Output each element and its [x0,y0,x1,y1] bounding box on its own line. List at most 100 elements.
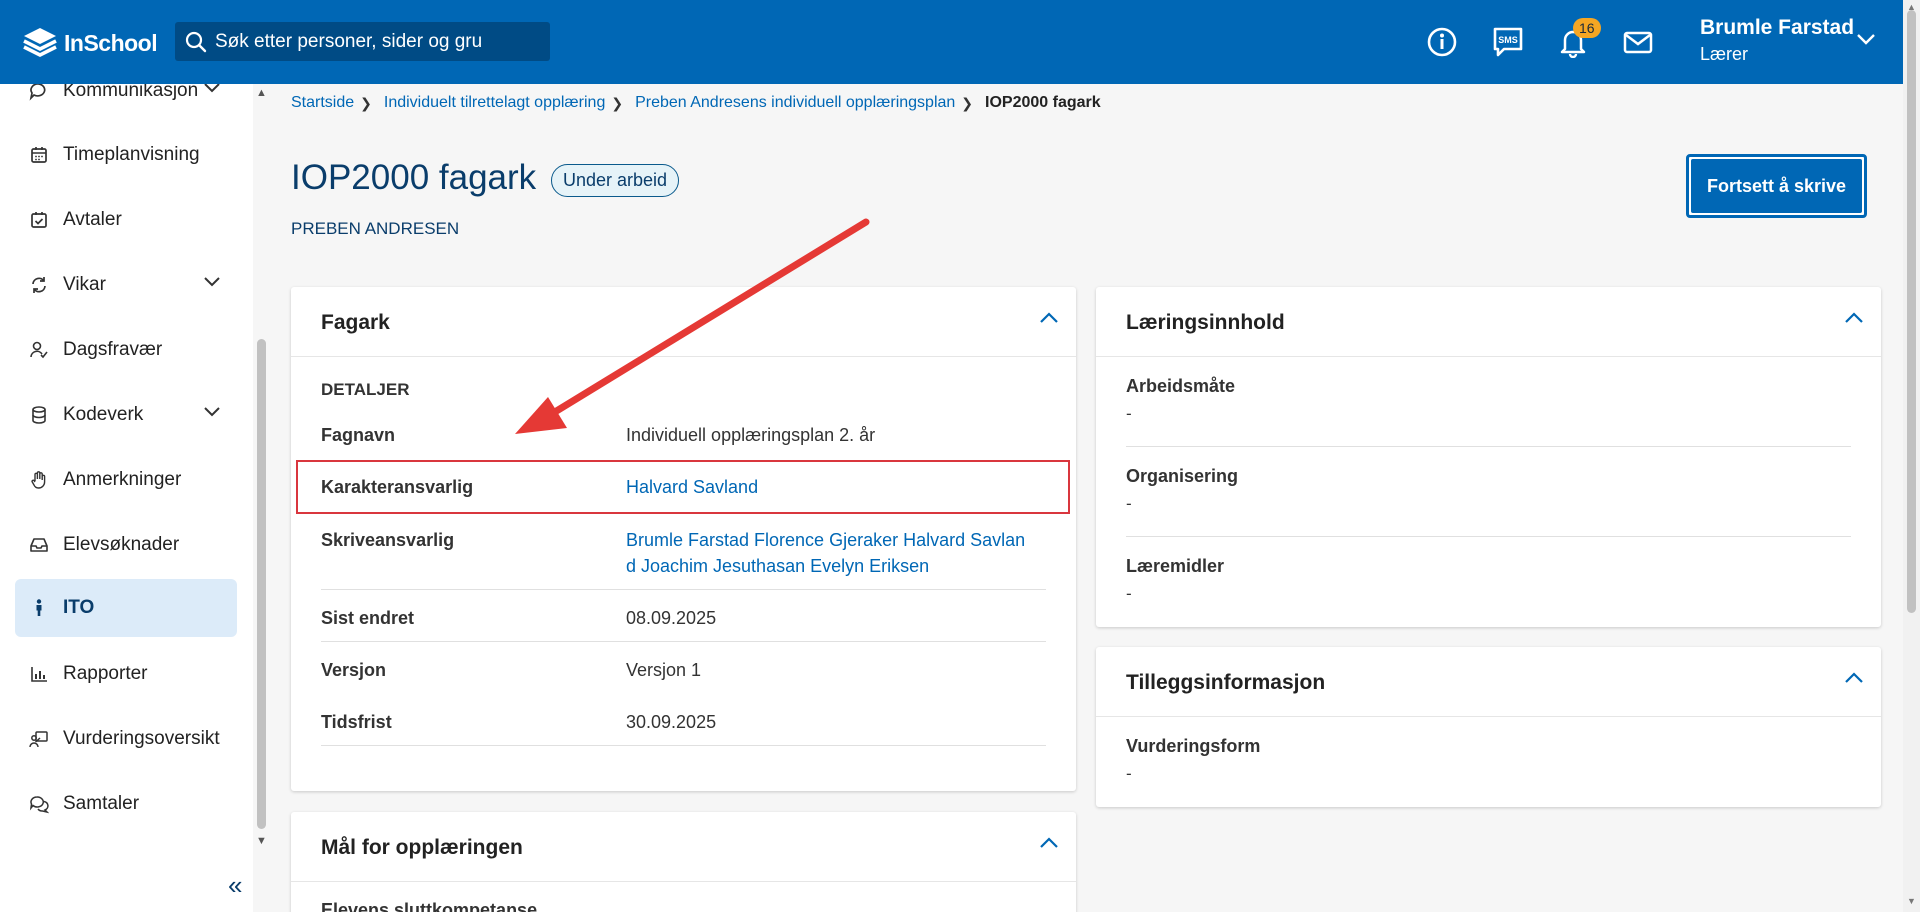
sidebar-item-vurderingsoversikt[interactable]: Vurderingsoversikt [15,710,237,768]
fagark-card-header[interactable]: Fagark [291,287,1076,357]
scroll-down-arrow[interactable]: ▼ [1907,896,1916,906]
sidebar-item-label: Anmerkninger [63,469,182,490]
logo-icon [23,28,57,57]
user-menu[interactable]: Brumle Farstad Lærer [1700,16,1854,65]
sidebar-scroll-thumb[interactable] [257,339,266,829]
breadcrumb-link[interactable]: Startside [291,94,354,112]
sidebar-item-elevsoknader[interactable]: Elevsøknader [15,516,237,574]
chat-bubble-icon [29,84,49,101]
breadcrumb-link[interactable]: Individuelt tilrettelagt opplæring [384,94,605,112]
inbox-icon [29,535,49,555]
section-label-arbeidsmate: Arbeidsmåte [1126,376,1236,396]
row-value-fagnavn: Individuell opplæringsplan 2. år [626,425,876,445]
sidebar-item-vikar[interactable]: Vikar [15,256,237,314]
collapse-sidebar-button[interactable]: « [228,870,242,901]
hand-icon [29,470,49,490]
sidebar-item-rapporter[interactable]: Rapporter [15,645,237,703]
sidebar-item-timeplanvisning[interactable]: Timeplanvisning [15,126,237,184]
bar-chart-icon [29,664,49,684]
row-label-sist-endret: Sist endret [321,608,415,628]
notification-badge: 16 [1573,18,1601,38]
divider [321,589,1046,590]
divider [321,745,1046,746]
chevron-up-icon[interactable] [1038,836,1060,850]
chevron-right-icon: ❯ [360,94,372,111]
sidebar-item-kodeverk[interactable]: Kodeverk [15,386,237,444]
calendar-check-icon [29,210,49,230]
details-heading: DETALJER [321,380,410,399]
sms-button[interactable]: SMS [1490,24,1526,60]
sidebar-item-label: Kommunikasjon [63,84,199,101]
person-icon [29,598,49,618]
card-title: Fagark [321,311,390,334]
page-scroll-thumb[interactable] [1907,10,1916,613]
section-value-laeremidler: - [1126,584,1132,603]
row-label-skriveansvarlig: Skriveansvarlig [321,530,455,550]
sidebar-item-label: ITO [63,597,95,618]
sidebar: Kommunikasjon Timeplanvisning Avtaler Vi… [0,84,253,912]
card-title: Læringsinnhold [1126,311,1285,334]
chevron-up-icon[interactable] [1038,311,1060,325]
swap-arrows-icon [29,275,49,295]
sidebar-scrollbar[interactable]: ▲ ▼ [253,84,270,856]
sidebar-item-ito[interactable]: ITO [15,579,237,637]
notifications-button[interactable]: 16 [1555,18,1601,60]
sidebar-item-dagsfravaer[interactable]: Dagsfravær [15,321,237,379]
scroll-up-arrow[interactable]: ▲ [256,87,267,99]
sidebar-item-label: Rapporter [63,663,148,684]
chevron-down-icon[interactable] [1855,32,1877,46]
inschool-logo[interactable]: InSchool [22,26,158,60]
top-header: InSchool SMS 16 Brumle [0,0,1903,84]
sidebar-item-label: Samtaler [63,793,140,814]
sidebar-item-avtaler[interactable]: Avtaler [15,191,237,249]
card-title: Tilleggsinformasjon [1126,671,1326,694]
sidebar-item-anmerkninger[interactable]: Anmerkninger [15,451,237,509]
chevron-down-icon [204,407,220,417]
continue-writing-label: Fortsett å skrive [1691,159,1862,213]
laeringsinnhold-card-header[interactable]: Læringsinnhold [1096,287,1881,357]
section-value-vurderingsform: - [1126,764,1132,783]
sidebar-item-samtaler[interactable]: Samtaler [15,775,237,833]
row-value-skriveansvarlig[interactable]: Brumle Farstad Florence Gjeraker Halvard… [626,527,1025,579]
row-label-versjon: Versjon [321,660,387,680]
messages-button[interactable] [1620,24,1656,60]
section-label-vurderingsform: Vurderingsform [1126,736,1261,756]
info-button[interactable] [1424,24,1460,60]
chevron-down-icon [204,84,220,93]
row-value-tidsfrist: 30.09.2025 [626,712,717,732]
sms-icon: SMS [1493,27,1523,57]
maal-card-header[interactable]: Mål for opplæringen [291,812,1076,882]
page-scrollbar[interactable]: ▲ ▼ [1903,0,1920,912]
sidebar-item-label: Avtaler [63,209,122,230]
section-value-organisering: - [1126,494,1132,513]
mail-icon [1623,31,1653,54]
tilleggsinformasjon-card-header[interactable]: Tilleggsinformasjon [1096,647,1881,717]
chevron-up-icon[interactable] [1843,671,1865,685]
tilleggsinformasjon-card: Tilleggsinformasjon [1096,647,1881,807]
divider [1126,536,1851,537]
row-value-karakteransvarlig[interactable]: Halvard Savland [626,474,758,500]
row-label-fagnavn: Fagnavn [321,425,396,445]
section-label-organisering: Organisering [1126,466,1239,486]
student-name: PREBEN ANDRESEN [291,219,460,238]
status-badge: Under arbeid [551,164,680,197]
breadcrumb-link[interactable]: Preben Andresens individuell opplæringsp… [635,94,955,112]
search-icon [185,31,207,52]
svg-text:SMS: SMS [1498,35,1518,45]
sidebar-item-label: Vurderingsoversikt [63,728,220,749]
maal-first-label: Elevens sluttkompetanse [321,900,538,912]
skriveansvarlig-line: d Joachim Jesuthasan Evelyn Eriksen [626,556,930,576]
global-search[interactable] [175,22,550,61]
sidebar-item-kommunikasjon[interactable]: Kommunikasjon [15,84,237,120]
row-label-karakteransvarlig: Karakteransvarlig [321,477,474,497]
continue-writing-button[interactable]: Fortsett å skrive [1686,154,1867,218]
search-input[interactable] [215,30,535,53]
person-check-icon [29,340,49,360]
chevron-down-icon [204,277,220,287]
breadcrumb: Startside ❯ Individuelt tilrettelagt opp… [291,94,1101,112]
chevron-up-icon[interactable] [1843,311,1865,325]
row-label-tidsfrist: Tidsfrist [321,712,392,732]
sidebar-item-label: Elevsøknader [63,534,180,555]
card-title: Mål for opplæringen [321,836,523,859]
scroll-down-arrow[interactable]: ▼ [256,835,267,847]
